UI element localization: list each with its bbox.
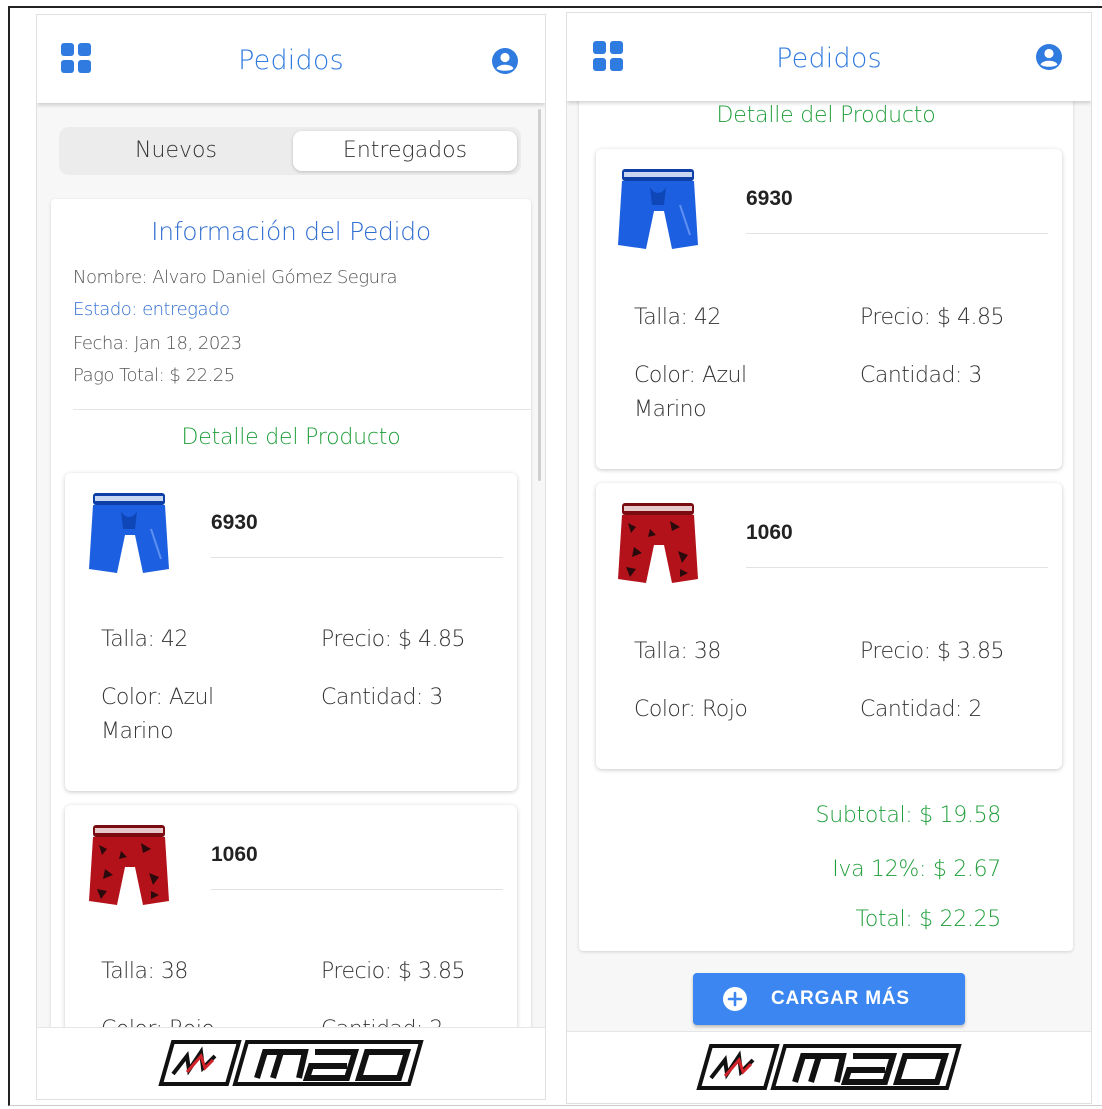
product-price: Precio: $ 3.85	[321, 959, 466, 984]
product-detail-heading: Detalle del Producto	[716, 103, 936, 128]
load-more-label: CARGAR MÁS	[771, 988, 910, 1009]
product-card: 1060 Talla: 38 Precio: $ 3.85 Color: Roj…	[65, 805, 517, 1027]
divider	[746, 567, 1048, 568]
app-header: Pedidos	[567, 13, 1091, 101]
product-color: Color: Rojo	[101, 1013, 215, 1027]
status-segmented-control: Nuevos Entregados	[59, 127, 521, 175]
product-card: 1060 Talla: 38 Precio: $ 3.85 Color: Roj…	[596, 483, 1062, 769]
product-quantity: Cantidad: 3	[321, 685, 443, 710]
product-price: Precio: $ 4.85	[860, 305, 1005, 330]
product-quantity: Cantidad: 2	[860, 697, 982, 722]
app-header: Pedidos	[37, 15, 545, 103]
product-color-cont: Marino	[101, 719, 174, 744]
iva-label: Iva 12%: $ 2.67	[832, 857, 1001, 882]
product-price: Precio: $ 3.85	[860, 639, 1005, 664]
order-name: Nombre: Alvaro Daniel Gómez Segura	[73, 267, 398, 288]
product-detail-heading: Detalle del Producto	[181, 425, 401, 450]
subtotal-label: Subtotal: $ 19.58	[815, 803, 1002, 828]
total-label: Total: $ 22.25	[855, 907, 1001, 932]
divider	[211, 557, 503, 558]
mao-logo	[158, 1040, 424, 1086]
tab-nuevos[interactable]: Nuevos	[63, 131, 289, 171]
product-quantity: Cantidad: 3	[860, 363, 982, 388]
product-price: Precio: $ 4.85	[321, 627, 466, 652]
product-card: 6930 Talla: 42 Precio: $ 4.85 Color: Azu…	[596, 149, 1062, 469]
app-footer	[37, 1027, 545, 1099]
divider	[746, 233, 1048, 234]
product-code: 1060	[746, 521, 793, 544]
divider	[211, 889, 503, 890]
product-color: Color: Azul	[634, 363, 747, 388]
product-code: 1060	[211, 843, 258, 866]
user-circle-icon[interactable]	[1035, 43, 1063, 71]
order-info-card: Información del Pedido Nombre: Alvaro Da…	[51, 199, 531, 1027]
order-status: Estado: entregado	[73, 299, 230, 320]
load-more-button[interactable]: CARGAR MÁS	[693, 973, 965, 1025]
product-color: Color: Rojo	[634, 697, 748, 722]
app-footer	[567, 1031, 1091, 1103]
order-info-card: Detalle del Producto 6930 Talla: 42 Prec…	[579, 101, 1073, 951]
product-size: Talla: 42	[634, 305, 721, 330]
page-title: Pedidos	[238, 45, 344, 76]
user-circle-icon[interactable]	[491, 47, 519, 75]
right-screen: Pedidos Detalle del Producto 6930 Talla:…	[566, 12, 1092, 1104]
product-color: Color: Azul	[101, 685, 214, 710]
product-size: Talla: 38	[634, 639, 721, 664]
plus-circle-icon	[723, 987, 747, 1011]
product-card: 6930 Talla: 42 Precio: $ 4.85 Color: Azu…	[65, 473, 517, 791]
main-content: Nuevos Entregados Información del Pedido…	[37, 103, 545, 1027]
mao-logo	[696, 1044, 962, 1090]
order-total-paid: Pago Total: $ 22.25	[73, 365, 235, 386]
blue-boxer-brief-icon	[89, 493, 169, 573]
order-info-heading: Información del Pedido	[151, 217, 431, 246]
product-code: 6930	[211, 511, 258, 534]
product-quantity: Cantidad: 2	[321, 1013, 443, 1027]
scrollbar[interactable]	[538, 109, 541, 481]
blue-boxer-brief-icon	[618, 169, 698, 249]
order-date: Fecha: Jan 18, 2023	[73, 333, 242, 354]
divider	[73, 409, 531, 410]
product-code: 6930	[746, 187, 793, 210]
product-color-cont: Marino	[634, 397, 707, 422]
product-size: Talla: 38	[101, 959, 188, 984]
main-content: Detalle del Producto 6930 Talla: 42 Prec…	[567, 101, 1091, 1031]
page-title: Pedidos	[776, 43, 882, 74]
red-camo-boxer-brief-icon	[89, 825, 169, 905]
red-camo-boxer-brief-icon	[618, 503, 698, 583]
tab-entregados[interactable]: Entregados	[293, 131, 517, 171]
product-size: Talla: 42	[101, 627, 188, 652]
left-screen: Pedidos Nuevos Entregados Información de…	[36, 14, 546, 1100]
